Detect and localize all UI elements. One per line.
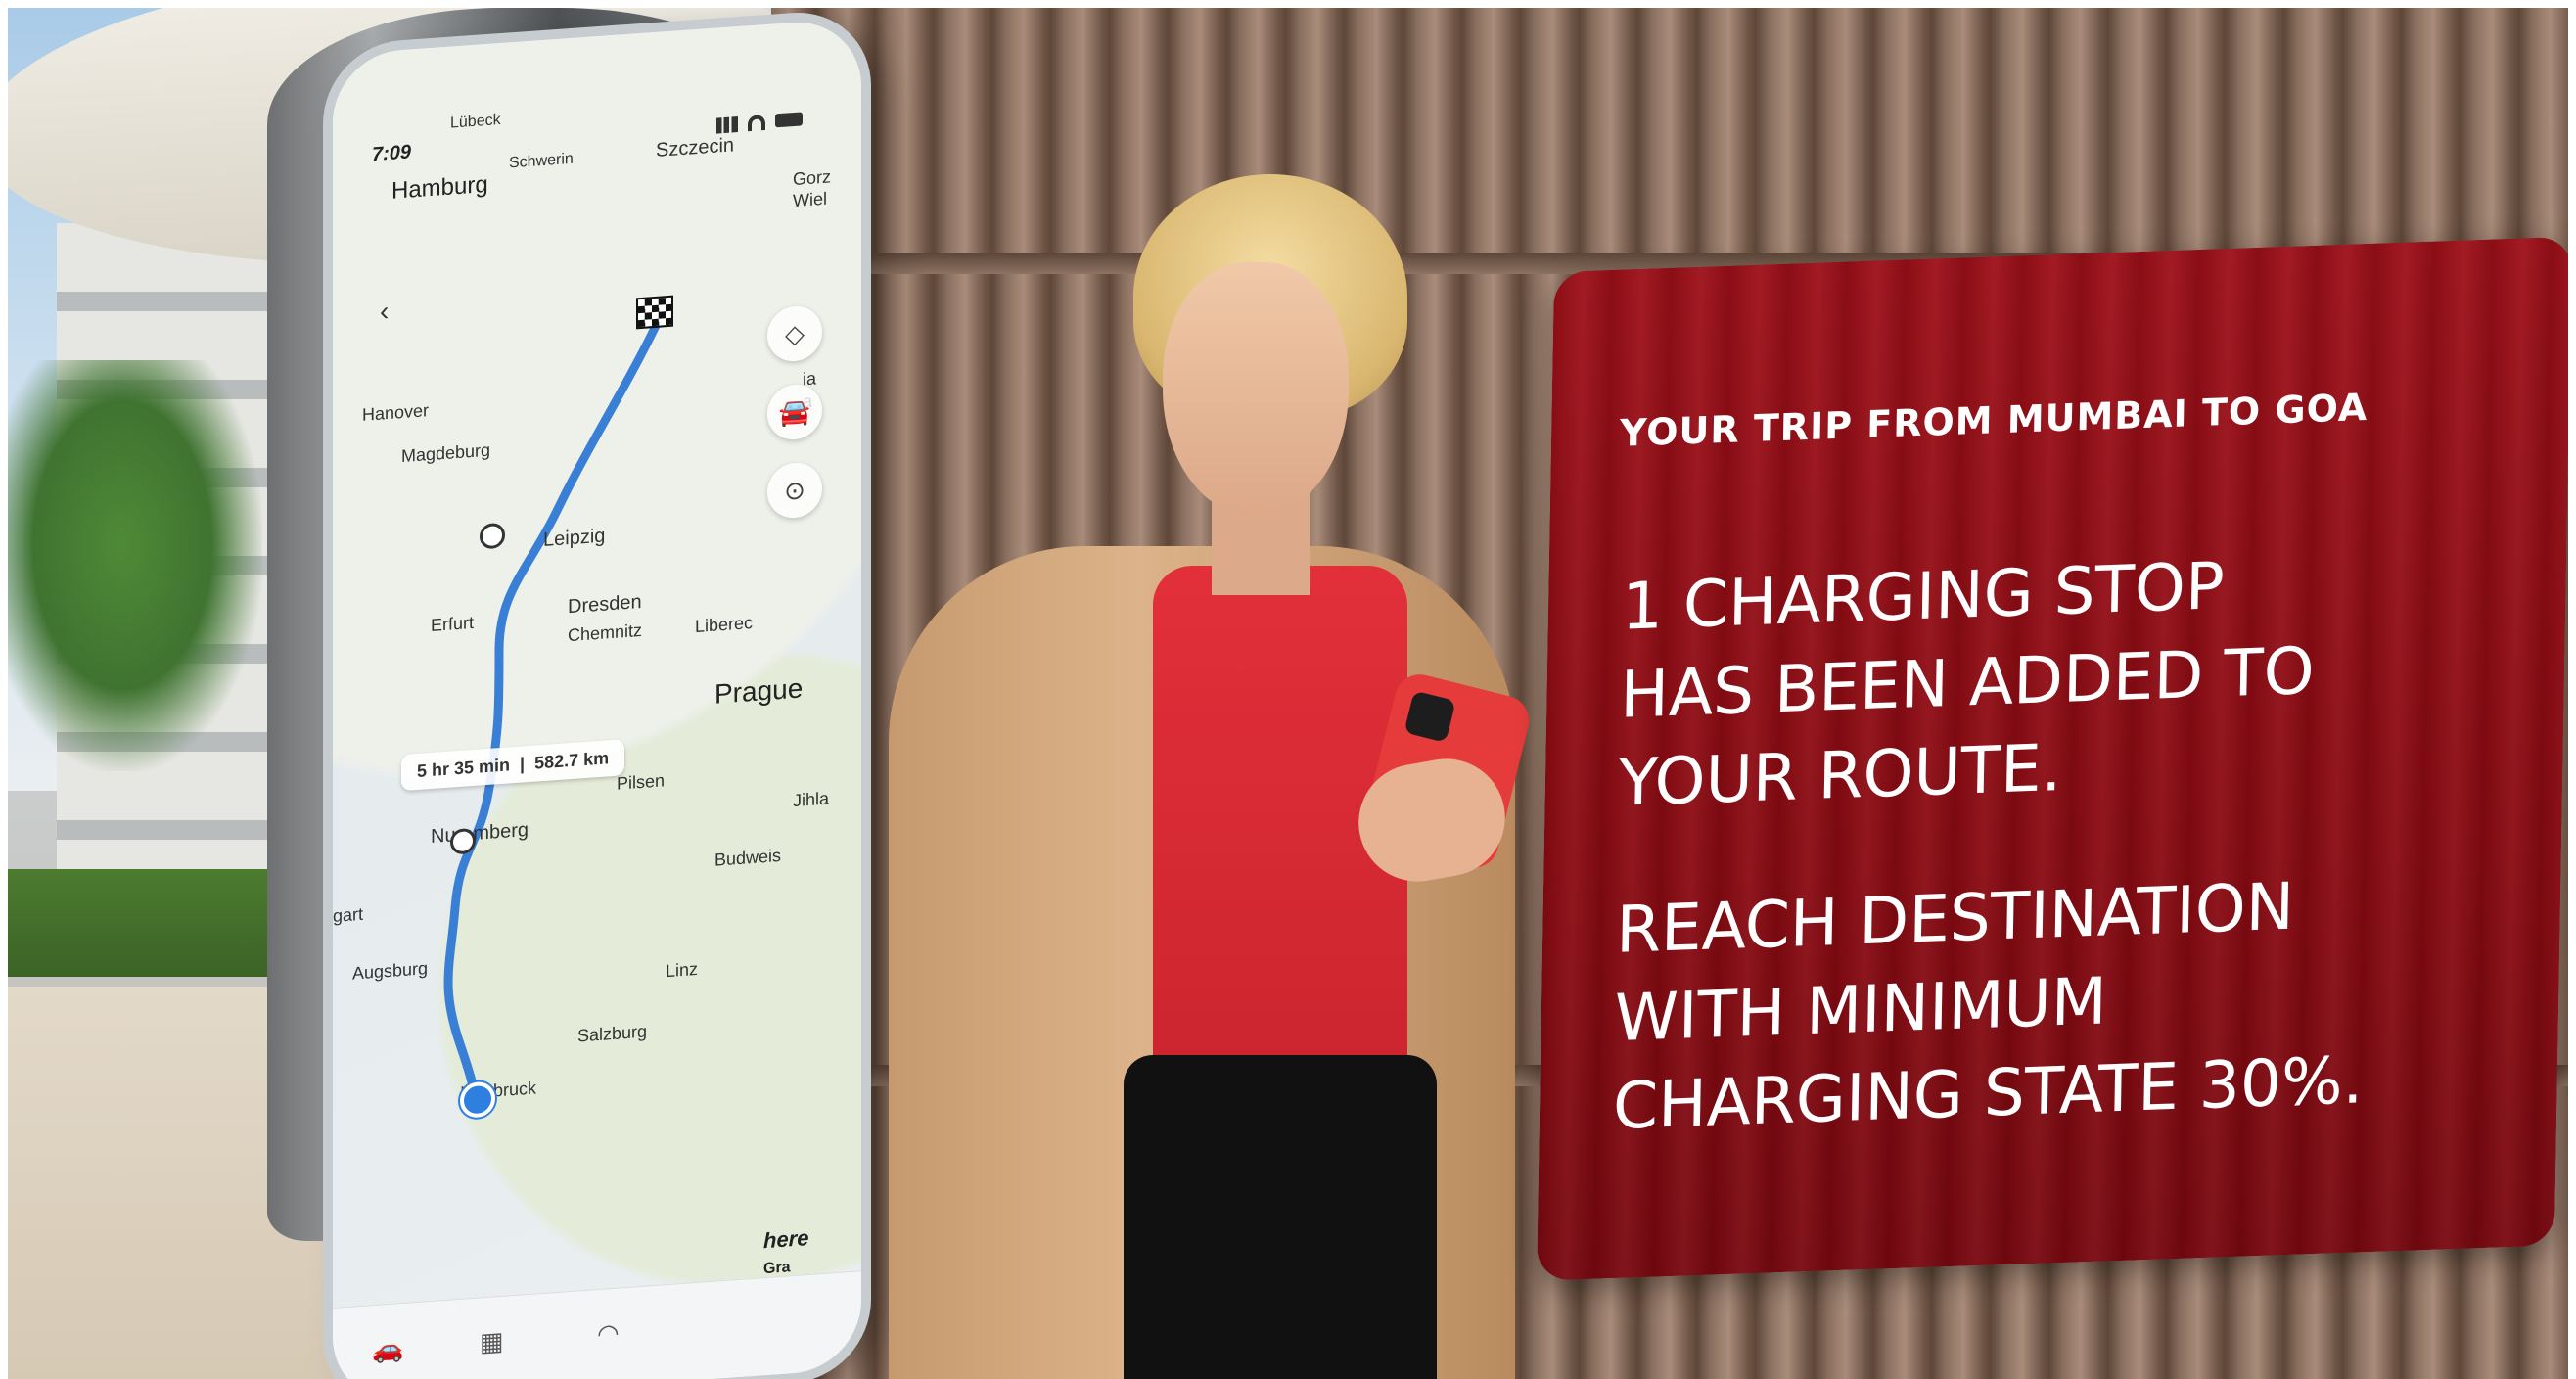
here-logo-tail: Gra <box>763 1259 791 1278</box>
status-icons <box>716 112 803 134</box>
here-logo-text: here <box>763 1224 809 1254</box>
route-separator: | <box>520 754 526 774</box>
status-time: 7:09 <box>372 141 412 166</box>
back-arrow-icon[interactable]: ‹ <box>380 296 389 328</box>
nav-map-icon[interactable]: ▦ <box>480 1326 504 1358</box>
woman-with-phone <box>850 174 1554 1379</box>
map-label: Leipzig <box>543 525 606 551</box>
route-distance: 582.7 km <box>534 748 610 773</box>
face <box>1163 262 1349 517</box>
map-label: Gorz <box>793 166 832 190</box>
destination-message: REACH DESTINATION WITH MINIMUM CHARGING … <box>1612 855 2498 1151</box>
signal-icon <box>716 116 738 134</box>
hedge <box>8 869 272 977</box>
black-trousers <box>1124 1055 1437 1379</box>
here-logo: here Gra <box>763 1225 808 1279</box>
map-label: gart <box>333 903 364 926</box>
map-label: Linz <box>666 958 699 982</box>
map-label: Liberec <box>695 612 754 637</box>
tree <box>8 360 262 771</box>
map-label: Lübeck <box>450 112 501 132</box>
map-label: Jihla <box>793 788 830 811</box>
trip-notification-card: YOUR TRIP FROM MUMBAI TO GOA 1 CHARGING … <box>1537 236 2568 1281</box>
wifi-icon <box>748 115 765 132</box>
map-label: Erfurt <box>431 612 475 636</box>
camera-icon <box>1403 690 1456 743</box>
checkered-flag-icon <box>636 295 673 330</box>
nav-more-icon[interactable]: ◠ <box>597 1318 620 1351</box>
map-label: Prague <box>714 672 804 710</box>
phone-mockup: 7:09 ‹ Lübeck Hamburg Schwerin Szczecin … <box>333 18 861 1379</box>
nav-car-icon[interactable]: 🚗 <box>372 1333 403 1365</box>
battery-icon <box>775 112 803 128</box>
trip-title: YOUR TRIP FROM MUMBAI TO GOA <box>1619 385 2369 455</box>
route-duration: 5 hr 35 min <box>417 755 511 781</box>
map-label: Pilsen <box>617 770 666 794</box>
map-label: Wiel <box>793 188 827 211</box>
advertisement-scene: 7:09 ‹ Lübeck Hamburg Schwerin Szczecin … <box>8 8 2568 1379</box>
charging-stop-message: 1 CHARGING STOP HAS BEEN ADDED TO YOUR R… <box>1618 532 2504 828</box>
